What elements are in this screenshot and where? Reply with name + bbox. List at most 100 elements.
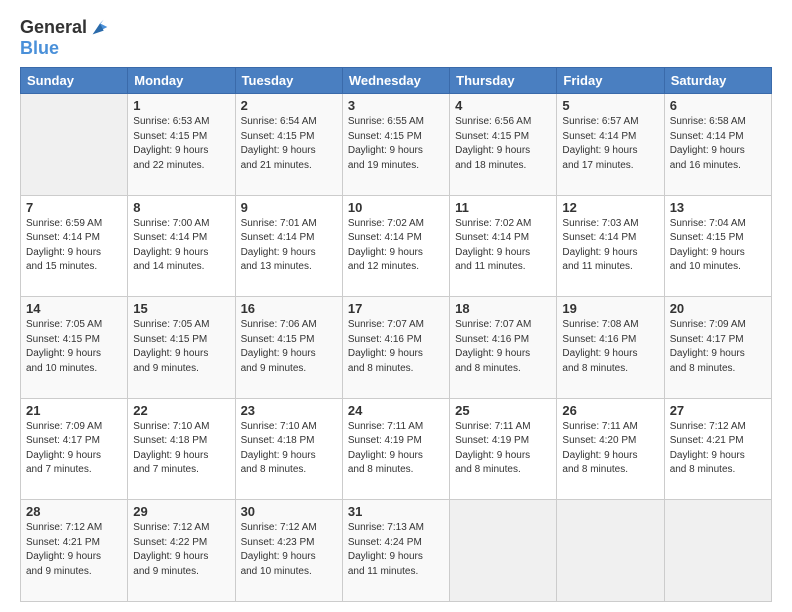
weekday-header-wednesday: Wednesday [342, 68, 449, 94]
day-cell: 7 Sunrise: 6:59 AM Sunset: 4:14 PM Daylig… [21, 195, 128, 297]
day-cell [664, 500, 771, 602]
day-info: Sunrise: 7:10 AM Sunset: 4:18 PM Dayligh… [133, 420, 229, 478]
day-cell: 12 Sunrise: 7:03 AM Sunset: 4:14 PM Dayli… [557, 195, 664, 297]
day-info: Sunrise: 7:09 AM Sunset: 4:17 PM Dayligh… [26, 420, 122, 478]
day-number: 10 [348, 200, 444, 215]
week-row-4: 28 Sunrise: 7:12 AM Sunset: 4:21 PM Dayli… [21, 500, 772, 602]
day-info: Sunrise: 7:05 AM Sunset: 4:15 PM Dayligh… [133, 318, 229, 376]
day-cell [21, 94, 128, 196]
day-number: 11 [455, 200, 551, 215]
day-number: 1 [133, 98, 229, 113]
day-number: 16 [241, 301, 337, 316]
day-info: Sunrise: 7:11 AM Sunset: 4:19 PM Dayligh… [348, 420, 444, 478]
day-number: 17 [348, 301, 444, 316]
day-info: Sunrise: 7:12 AM Sunset: 4:21 PM Dayligh… [670, 420, 766, 478]
week-row-3: 21Sunrise: 7:09 AM Sunset: 4:17 PM Dayli… [21, 398, 772, 500]
day-cell: 13 Sunrise: 7:04 AM Sunset: 4:15 PM Dayli… [664, 195, 771, 297]
day-number: 9 [241, 200, 337, 215]
day-number: 6 [670, 98, 766, 113]
day-info: Sunrise: 7:04 AM Sunset: 4:15 PM Dayligh… [670, 217, 766, 275]
day-cell: 20 Sunrise: 7:09 AM Sunset: 4:17 PM Dayli… [664, 297, 771, 399]
day-info: Sunrise: 6:54 AM Sunset: 4:15 PM Dayligh… [241, 115, 337, 173]
day-number: 18 [455, 301, 551, 316]
day-cell: 23 Sunrise: 7:10 AM Sunset: 4:18 PM Dayli… [235, 398, 342, 500]
day-cell: 11 Sunrise: 7:02 AM Sunset: 4:14 PM Dayli… [450, 195, 557, 297]
weekday-header-thursday: Thursday [450, 68, 557, 94]
day-number: 4 [455, 98, 551, 113]
day-info: Sunrise: 7:02 AM Sunset: 4:14 PM Dayligh… [455, 217, 551, 275]
day-cell: 8 Sunrise: 7:00 AM Sunset: 4:14 PM Daylig… [128, 195, 235, 297]
day-info: Sunrise: 7:00 AM Sunset: 4:14 PM Dayligh… [133, 217, 229, 275]
day-cell: 10 Sunrise: 7:02 AM Sunset: 4:14 PM Dayli… [342, 195, 449, 297]
day-cell: 31Sunrise: 7:13 AM Sunset: 4:24 PM Dayli… [342, 500, 449, 602]
day-info: Sunrise: 7:02 AM Sunset: 4:14 PM Dayligh… [348, 217, 444, 275]
day-number: 23 [241, 403, 337, 418]
day-info: Sunrise: 7:05 AM Sunset: 4:15 PM Dayligh… [26, 318, 122, 376]
day-cell: 21Sunrise: 7:09 AM Sunset: 4:17 PM Dayli… [21, 398, 128, 500]
logo-blue: Blue [20, 38, 111, 59]
day-number: 14 [26, 301, 122, 316]
logo-general: General [20, 17, 87, 38]
day-cell: 3Sunrise: 6:55 AM Sunset: 4:15 PM Daylig… [342, 94, 449, 196]
day-number: 22 [133, 403, 229, 418]
header: General Blue [20, 16, 772, 59]
day-cell: 14 Sunrise: 7:05 AM Sunset: 4:15 PM Dayli… [21, 297, 128, 399]
day-cell: 24 Sunrise: 7:11 AM Sunset: 4:19 PM Dayli… [342, 398, 449, 500]
day-number: 19 [562, 301, 658, 316]
logo-icon [89, 16, 111, 38]
day-cell: 4Sunrise: 6:56 AM Sunset: 4:15 PM Daylig… [450, 94, 557, 196]
day-number: 28 [26, 504, 122, 519]
day-cell: 19Sunrise: 7:08 AM Sunset: 4:16 PM Dayli… [557, 297, 664, 399]
day-cell: 17 Sunrise: 7:07 AM Sunset: 4:16 PM Dayli… [342, 297, 449, 399]
page: General Blue SundayMondayTuesdayWednesda… [0, 0, 792, 612]
day-number: 2 [241, 98, 337, 113]
weekday-header-friday: Friday [557, 68, 664, 94]
day-cell: 27 Sunrise: 7:12 AM Sunset: 4:21 PM Dayli… [664, 398, 771, 500]
day-cell: 5Sunrise: 6:57 AM Sunset: 4:14 PM Daylig… [557, 94, 664, 196]
day-number: 29 [133, 504, 229, 519]
day-number: 27 [670, 403, 766, 418]
day-number: 12 [562, 200, 658, 215]
day-cell: 25 Sunrise: 7:11 AM Sunset: 4:19 PM Dayli… [450, 398, 557, 500]
day-cell: 2 Sunrise: 6:54 AM Sunset: 4:15 PM Daylig… [235, 94, 342, 196]
day-number: 7 [26, 200, 122, 215]
day-info: Sunrise: 7:12 AM Sunset: 4:21 PM Dayligh… [26, 521, 122, 579]
day-info: Sunrise: 7:03 AM Sunset: 4:14 PM Dayligh… [562, 217, 658, 275]
logo: General Blue [20, 16, 111, 59]
day-number: 3 [348, 98, 444, 113]
day-info: Sunrise: 6:58 AM Sunset: 4:14 PM Dayligh… [670, 115, 766, 173]
day-info: Sunrise: 7:09 AM Sunset: 4:17 PM Dayligh… [670, 318, 766, 376]
week-row-2: 14 Sunrise: 7:05 AM Sunset: 4:15 PM Dayli… [21, 297, 772, 399]
day-number: 24 [348, 403, 444, 418]
day-info: Sunrise: 6:59 AM Sunset: 4:14 PM Dayligh… [26, 217, 122, 275]
day-cell: 1 Sunrise: 6:53 AM Sunset: 4:15 PM Daylig… [128, 94, 235, 196]
calendar-table: SundayMondayTuesdayWednesdayThursdayFrid… [20, 67, 772, 602]
day-cell: 9Sunrise: 7:01 AM Sunset: 4:14 PM Daylig… [235, 195, 342, 297]
day-cell: 15Sunrise: 7:05 AM Sunset: 4:15 PM Dayli… [128, 297, 235, 399]
day-cell: 29 Sunrise: 7:12 AM Sunset: 4:22 PM Dayli… [128, 500, 235, 602]
day-info: Sunrise: 7:10 AM Sunset: 4:18 PM Dayligh… [241, 420, 337, 478]
day-cell [557, 500, 664, 602]
day-number: 13 [670, 200, 766, 215]
weekday-header-tuesday: Tuesday [235, 68, 342, 94]
day-cell: 30Sunrise: 7:12 AM Sunset: 4:23 PM Dayli… [235, 500, 342, 602]
day-cell: 18 Sunrise: 7:07 AM Sunset: 4:16 PM Dayli… [450, 297, 557, 399]
weekday-header-sunday: Sunday [21, 68, 128, 94]
day-info: Sunrise: 7:11 AM Sunset: 4:19 PM Dayligh… [455, 420, 551, 478]
day-cell: 16Sunrise: 7:06 AM Sunset: 4:15 PM Dayli… [235, 297, 342, 399]
day-info: Sunrise: 7:07 AM Sunset: 4:16 PM Dayligh… [455, 318, 551, 376]
day-info: Sunrise: 7:11 AM Sunset: 4:20 PM Dayligh… [562, 420, 658, 478]
day-number: 20 [670, 301, 766, 316]
day-number: 8 [133, 200, 229, 215]
day-info: Sunrise: 6:53 AM Sunset: 4:15 PM Dayligh… [133, 115, 229, 173]
day-number: 26 [562, 403, 658, 418]
weekday-header-monday: Monday [128, 68, 235, 94]
day-cell: 22 Sunrise: 7:10 AM Sunset: 4:18 PM Dayli… [128, 398, 235, 500]
weekday-header-saturday: Saturday [664, 68, 771, 94]
day-number: 31 [348, 504, 444, 519]
day-number: 25 [455, 403, 551, 418]
day-cell: 28 Sunrise: 7:12 AM Sunset: 4:21 PM Dayli… [21, 500, 128, 602]
weekday-header-row: SundayMondayTuesdayWednesdayThursdayFrid… [21, 68, 772, 94]
day-info: Sunrise: 7:12 AM Sunset: 4:22 PM Dayligh… [133, 521, 229, 579]
day-info: Sunrise: 7:07 AM Sunset: 4:16 PM Dayligh… [348, 318, 444, 376]
